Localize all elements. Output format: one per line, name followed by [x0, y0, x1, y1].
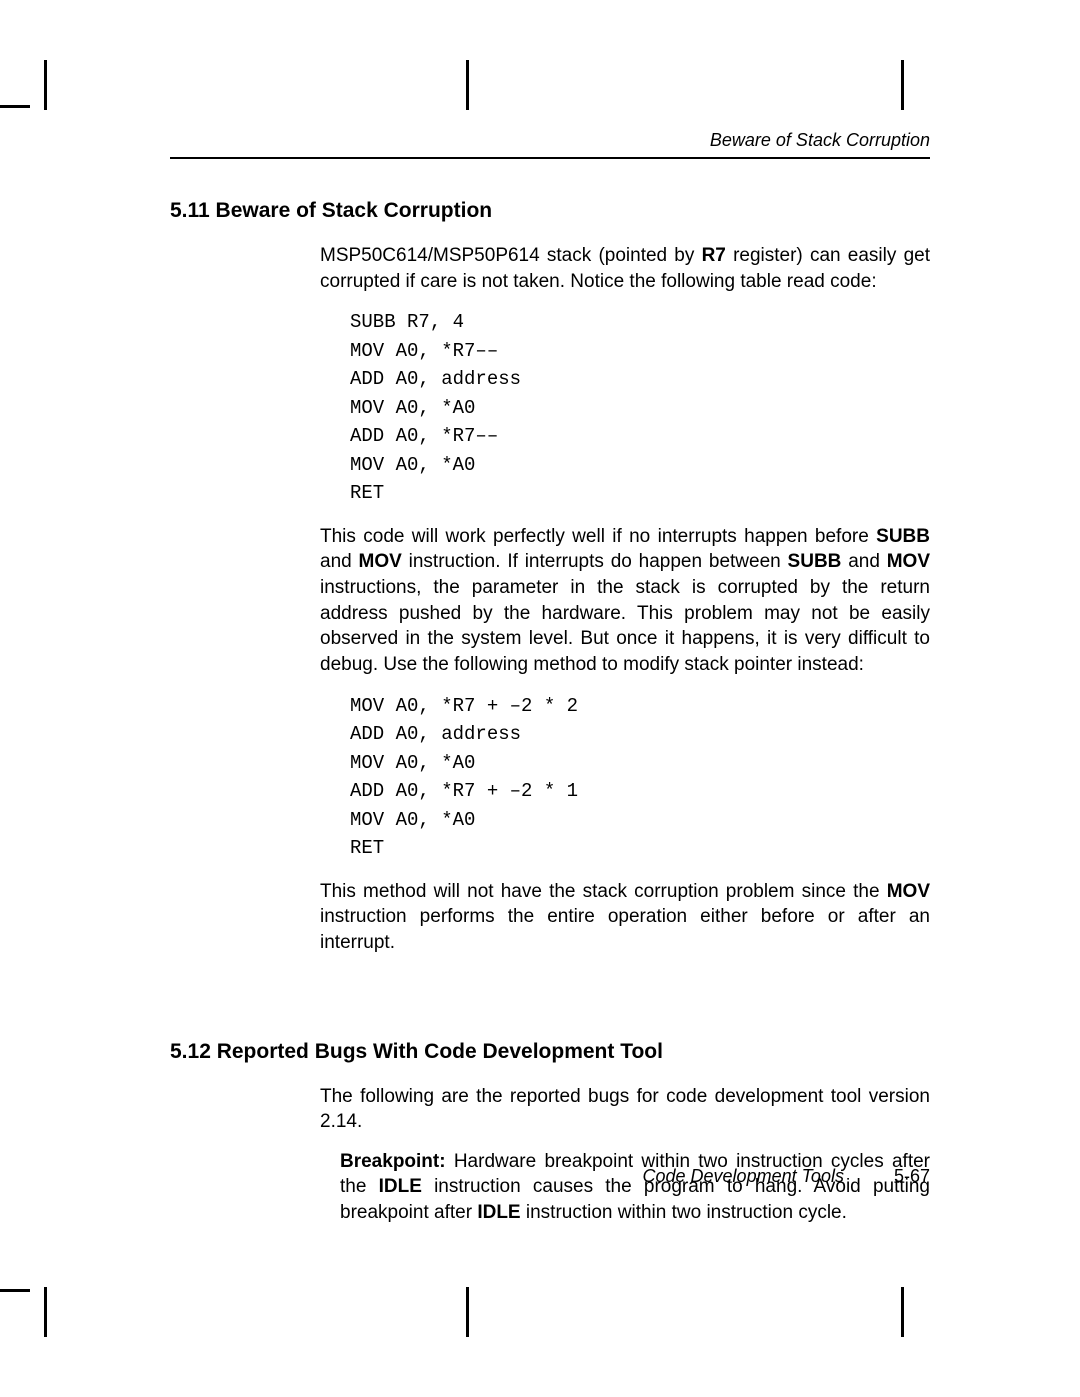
mnemonic-bold: IDLE	[477, 1202, 520, 1223]
crop-mark	[901, 1287, 904, 1337]
text: instructions, the parameter in the stack…	[320, 577, 930, 675]
section1-para3: This method will not have the stack corr…	[320, 879, 930, 956]
text: This code will work perfectly well if no…	[320, 526, 876, 547]
mnemonic-bold: SUBB	[788, 551, 842, 572]
crop-mark	[0, 1289, 30, 1292]
mnemonic-bold: SUBB	[876, 526, 930, 547]
bug-breakpoint: Breakpoint: Hardware breakpoint within t…	[340, 1149, 930, 1226]
section1-para1: MSP50C614/MSP50P614 stack (pointed by R7…	[320, 243, 930, 294]
section-gap	[170, 970, 930, 1040]
section-5-12-body: The following are the reported bugs for …	[320, 1084, 930, 1226]
running-head-rule	[170, 157, 930, 159]
register-bold: R7	[702, 245, 726, 266]
page-footer: Code Development Tools 5-67	[170, 1166, 930, 1187]
crop-mark	[44, 1287, 47, 1337]
section-5-11-body: MSP50C614/MSP50P614 stack (pointed by R7…	[320, 243, 930, 956]
mnemonic-bold: MOV	[359, 551, 402, 572]
content-area: Beware of Stack Corruption 5.11 Beware o…	[170, 130, 930, 1207]
crop-mark	[466, 1287, 469, 1337]
text: and	[841, 551, 886, 572]
text: This method will not have the stack corr…	[320, 881, 887, 902]
text: MSP50C614/MSP50P614 stack (pointed by	[320, 245, 702, 266]
text: and	[320, 551, 359, 572]
footer-page-number: 5-67	[894, 1166, 930, 1187]
crop-mark	[466, 60, 469, 110]
text: instruction within two instruction cycle…	[521, 1202, 847, 1223]
text: instruction performs the entire operatio…	[320, 906, 930, 953]
code-block-1: SUBB R7, 4 MOV A0, *R7–– ADD A0, address…	[350, 308, 930, 508]
crop-mark	[901, 60, 904, 110]
code-block-2: MOV A0, *R7 + –2 * 2 ADD A0, address MOV…	[350, 692, 930, 863]
crop-mark	[0, 105, 30, 108]
section-heading-5-11: 5.11 Beware of Stack Corruption	[170, 199, 930, 223]
section-heading-5-12: 5.12 Reported Bugs With Code Development…	[170, 1040, 930, 1064]
section1-para2: This code will work perfectly well if no…	[320, 524, 930, 678]
bug-item: Breakpoint: Hardware breakpoint within t…	[340, 1149, 930, 1226]
page: Beware of Stack Corruption 5.11 Beware o…	[0, 0, 1080, 1397]
section2-para1: The following are the reported bugs for …	[320, 1084, 930, 1135]
mnemonic-bold: MOV	[887, 551, 930, 572]
running-head: Beware of Stack Corruption	[170, 130, 930, 151]
crop-mark	[44, 60, 47, 110]
text: instruction. If interrupts do happen bet…	[402, 551, 788, 572]
mnemonic-bold: MOV	[887, 881, 930, 902]
footer-title: Code Development Tools	[643, 1166, 844, 1187]
